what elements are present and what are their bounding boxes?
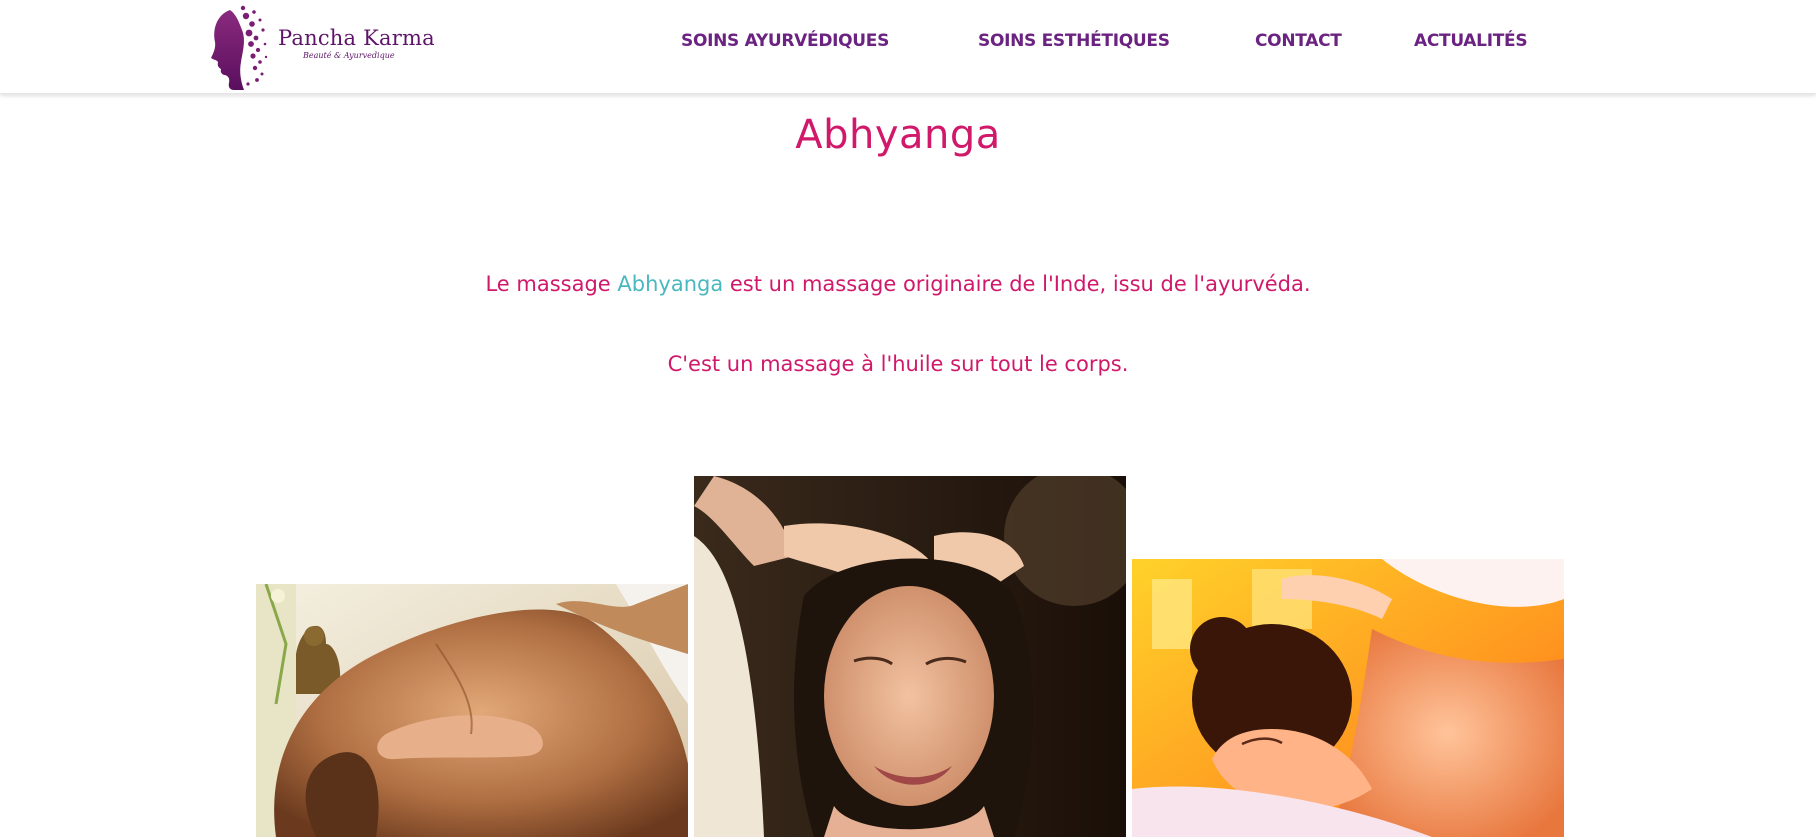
site-logo[interactable]: Pancha Karma Beauté & Ayurvedique xyxy=(208,2,435,92)
intro-text-accent: Abhyanga xyxy=(617,272,724,296)
second-paragraph: C'est un massage à l'huile sur tout le c… xyxy=(667,352,1129,376)
intro-text-before: Le massage xyxy=(485,272,618,296)
intro-text-after: est un massage originaire de l'Inde, iss… xyxy=(723,272,1311,296)
woman-silhouette-logo-icon xyxy=(211,5,268,90)
nav-soins-esthetiques[interactable]: SOINS ESTHÉTIQUES xyxy=(978,31,1170,51)
head-massage-photo xyxy=(694,476,1126,837)
intro-paragraph: Le massage Abhyanga est un massage origi… xyxy=(0,272,1796,296)
page-title: Abhyanga xyxy=(795,112,1001,158)
logo-name: Pancha Karma xyxy=(278,26,435,50)
site-header: Pancha Karma Beauté & Ayurvedique SOINS … xyxy=(0,0,1816,94)
back-massage-photo xyxy=(256,584,688,837)
nav-soins-ayurvediques[interactable]: SOINS AYURVÉDIQUES xyxy=(681,31,889,51)
relaxation-massage-photo xyxy=(1132,559,1564,837)
nav-actualites[interactable]: ACTUALITÉS xyxy=(1414,31,1528,51)
logo-tagline: Beauté & Ayurvedique xyxy=(303,51,395,60)
nav-contact[interactable]: CONTACT xyxy=(1255,31,1342,51)
